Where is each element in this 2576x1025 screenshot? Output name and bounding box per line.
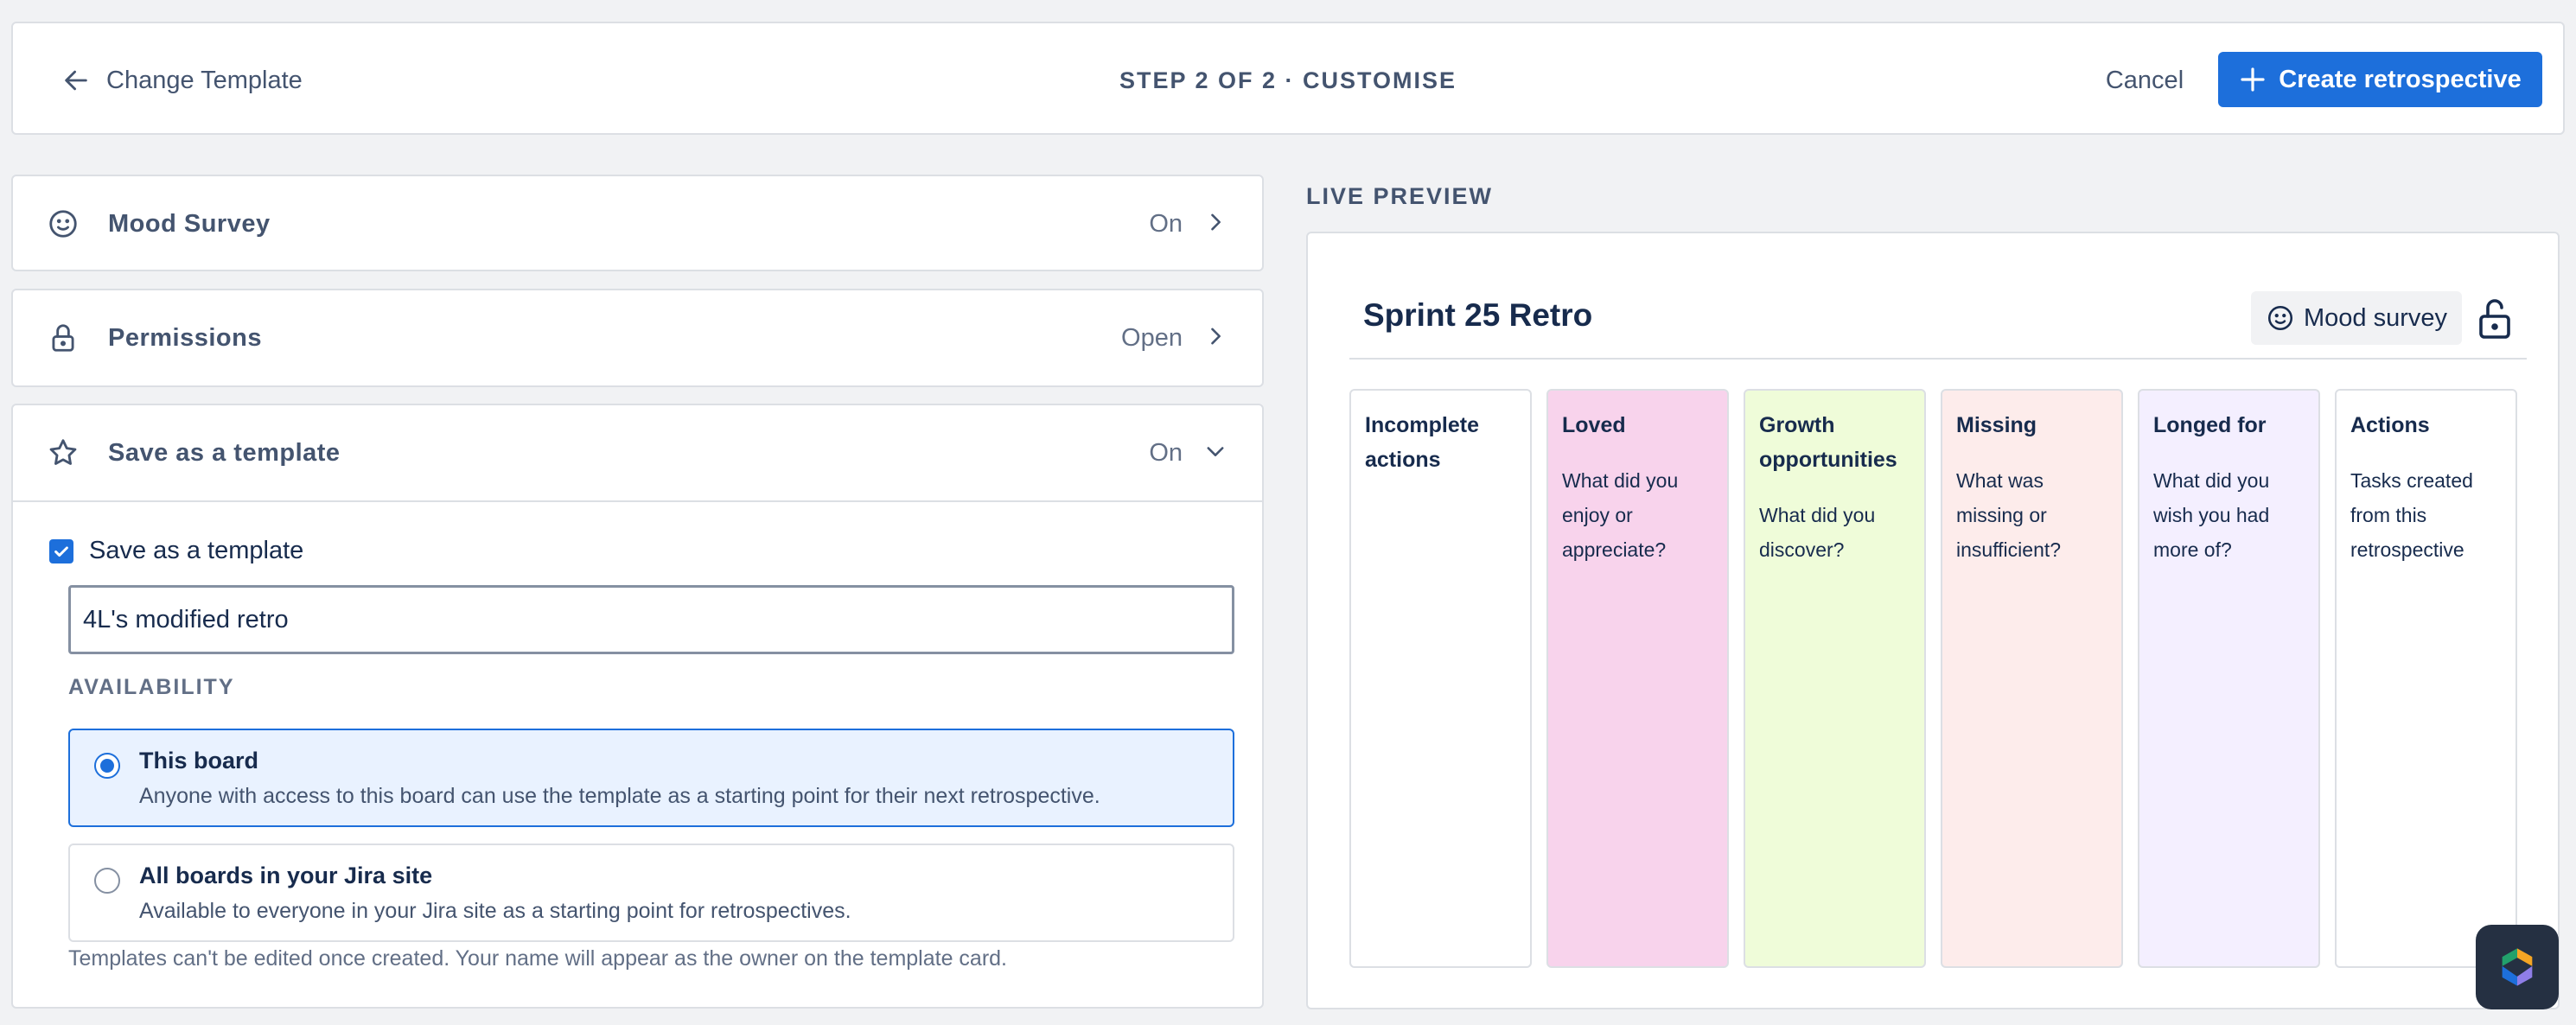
chevron-down-icon (1203, 439, 1227, 468)
column-description: Tasks created from this retrospective (2350, 469, 2473, 561)
save-template-checkbox-row[interactable]: Save as a template (49, 537, 303, 565)
option-title: This board (139, 748, 259, 774)
cancel-button[interactable]: Cancel (2084, 53, 2205, 108)
option-description: Available to everyone in your Jira site … (139, 899, 851, 923)
save-template-value: On (1149, 438, 1183, 467)
permissions-panel: Permissions Open (11, 289, 1264, 387)
save-template-label: Save as a template (108, 438, 341, 467)
save-template-row[interactable]: Save as a template On (13, 405, 1262, 500)
lock-icon (46, 321, 80, 355)
template-footnote: Templates can't be edited once created. … (68, 946, 1007, 971)
board-title: Sprint 25 Retro (1363, 297, 1593, 333)
option-description: Anyone with access to this board can use… (139, 784, 1100, 808)
save-template-body: Save as a template AVAILABILITY This boa… (13, 500, 1262, 1003)
column-title: Incomplete actions (1365, 413, 1479, 472)
save-template-checkbox-label: Save as a template (89, 537, 304, 564)
chevron-right-icon (1203, 210, 1227, 239)
column-missing: Missing What was missing or insufficient… (1941, 389, 2123, 968)
plus-icon (2241, 67, 2265, 92)
column-title: Actions (2350, 413, 2430, 437)
permissions-row[interactable]: Permissions Open (13, 290, 1262, 385)
create-retrospective-label: Create retrospective (2279, 65, 2522, 93)
mood-survey-chip[interactable]: Mood survey (2251, 291, 2462, 345)
assistant-logo-icon (2502, 948, 2533, 986)
smile-icon (46, 207, 80, 241)
column-longed-for: Longed for What did you wish you had mor… (2138, 389, 2320, 968)
column-title: Longed for (2153, 413, 2267, 437)
board-columns: Incomplete actions Loved What did you en… (1349, 389, 2517, 968)
column-loved: Loved What did you enjoy or appreciate? (1546, 389, 1729, 968)
chevron-right-icon (1203, 324, 1227, 353)
column-description: What did you wish you had more of? (2153, 469, 2270, 561)
save-template-checkbox[interactable] (49, 538, 73, 563)
live-preview-card: Sprint 25 Retro Mood survey Incomplete a… (1306, 232, 2560, 1009)
column-title: Growth opportunities (1759, 413, 1897, 472)
availability-option-this-board[interactable]: This board Anyone with access to this bo… (68, 729, 1234, 827)
live-preview-label: LIVE PREVIEW (1306, 183, 1494, 209)
top-bar: Change Template STEP 2 OF 2 · CUSTOMISE … (11, 22, 2565, 135)
availability-label: AVAILABILITY (68, 675, 235, 699)
mood-survey-panel: Mood Survey On (11, 175, 1264, 271)
permissions-value: Open (1121, 323, 1183, 352)
column-description: What was missing or insufficient? (1956, 469, 2062, 561)
template-name-input[interactable] (68, 585, 1234, 654)
permissions-label: Permissions (108, 323, 262, 352)
column-growth-opportunities: Growth opportunities What did you discov… (1744, 389, 1926, 968)
board-divider (1349, 358, 2527, 360)
check-icon (54, 545, 68, 557)
option-title: All boards in your Jira site (139, 863, 433, 888)
column-incomplete-actions: Incomplete actions (1349, 389, 1532, 968)
availability-option-all-boards[interactable]: All boards in your Jira site Available t… (68, 844, 1234, 942)
assistant-fab[interactable] (2476, 925, 2559, 1009)
star-icon (46, 436, 80, 470)
mood-survey-label: Mood Survey (108, 209, 271, 238)
save-template-panel: Save as a template On Save as a template… (11, 404, 1264, 1009)
column-description: What did you enjoy or appreciate? (1562, 469, 1679, 561)
mood-survey-value: On (1149, 209, 1183, 238)
mood-survey-chip-label: Mood survey (2303, 303, 2447, 332)
create-retrospective-button[interactable]: Create retrospective (2218, 52, 2542, 107)
mood-survey-row[interactable]: Mood Survey On (13, 176, 1262, 271)
column-title: Loved (1562, 413, 1626, 437)
smile-icon (2267, 305, 2293, 331)
column-actions: Actions Tasks created from this retrospe… (2335, 389, 2517, 968)
column-title: Missing (1956, 413, 2037, 437)
radio-all-boards[interactable] (94, 868, 120, 894)
radio-this-board[interactable] (94, 753, 120, 779)
unlock-icon[interactable] (2474, 296, 2515, 341)
column-description: What did you discover? (1759, 504, 1876, 561)
